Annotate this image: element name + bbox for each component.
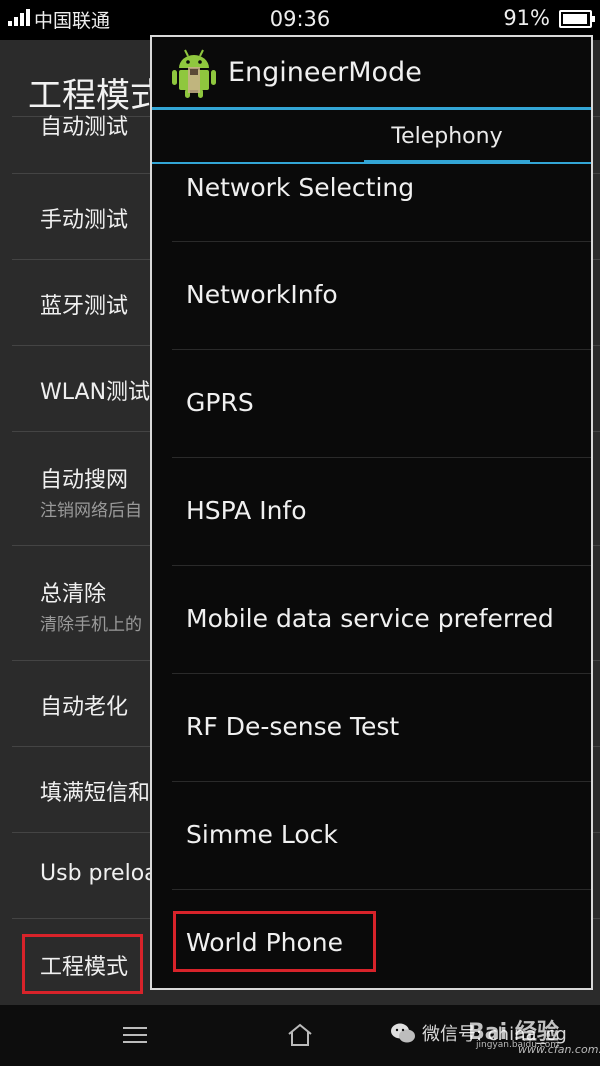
- tab-telephony[interactable]: Telephony: [364, 124, 530, 164]
- settings-item-label: 填满短信和: [40, 781, 151, 806]
- menu-item-network-info[interactable]: NetworkInfo: [172, 242, 591, 350]
- cfan-url: www.cfan.com.cn: [518, 1043, 600, 1056]
- menu-item-gprs[interactable]: GPRS: [172, 350, 591, 458]
- dialog-title: EngineerMode: [228, 57, 422, 88]
- battery-icon: [559, 10, 595, 28]
- engineer-mode-dialog: EngineerMode Telephony Network Selecting…: [150, 35, 593, 990]
- menu-icon[interactable]: [123, 1027, 147, 1043]
- settings-item-label: 自动老化: [40, 695, 129, 720]
- menu-item-label: RF De-sense Test: [186, 712, 400, 741]
- menu-item-label: Mobile data service preferred: [186, 604, 554, 633]
- dialog-header: EngineerMode: [152, 37, 591, 110]
- android-robot-icon: [172, 49, 216, 98]
- settings-item-subtitle: 注销网络后自: [40, 501, 142, 521]
- menu-item-label: Network Selecting: [186, 173, 415, 202]
- menu-item-label: GPRS: [186, 388, 254, 417]
- tab-bar: Telephony: [152, 110, 591, 164]
- battery-percent: 91%: [503, 6, 550, 30]
- status-bar: 中国联通 09:36 91%: [0, 0, 600, 40]
- menu-item-rf-desense-test[interactable]: RF De-sense Test: [172, 674, 591, 782]
- home-icon[interactable]: [287, 1023, 313, 1047]
- engineer-mode-highlight-box: [22, 934, 143, 994]
- settings-item-label: WLAN测试: [40, 380, 151, 405]
- menu-item-hspa-info[interactable]: HSPA Info: [172, 458, 591, 566]
- menu-item-network-selecting[interactable]: Network Selecting: [172, 167, 591, 242]
- menu-item-label: Simme Lock: [186, 820, 338, 849]
- settings-item-label: Usb preloa: [40, 861, 158, 886]
- menu-item-label: NetworkInfo: [186, 280, 338, 309]
- settings-item-label: 手动测试: [40, 208, 129, 233]
- menu-item-mobile-data-service-preferred[interactable]: Mobile data service preferred: [172, 566, 591, 674]
- settings-item-label: 蓝牙测试: [40, 294, 129, 319]
- settings-item-label: 总清除: [40, 582, 107, 607]
- menu-item-simme-lock[interactable]: Simme Lock: [172, 782, 591, 890]
- settings-item-label: 自动测试: [40, 115, 129, 140]
- world-phone-highlight-box: [173, 911, 376, 972]
- settings-item-label: 自动搜网: [40, 468, 129, 493]
- settings-item-subtitle: 清除手机上的: [40, 615, 142, 635]
- watermark: 微信号: china_cg Bai 经验 jingyan.baidu.com w…: [390, 1018, 600, 1062]
- menu-item-label: HSPA Info: [186, 496, 307, 525]
- wechat-icon: [391, 1023, 415, 1043]
